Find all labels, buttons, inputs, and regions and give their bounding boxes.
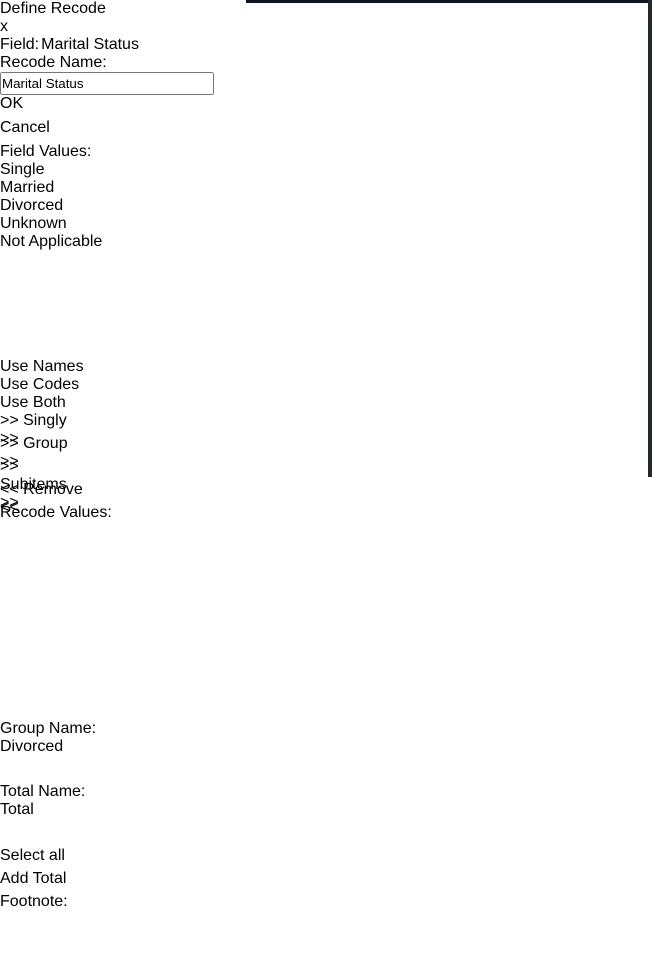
footnote-label: Footnote: <box>0 893 652 911</box>
define-recode-dialog: Define Recode x Field:Marital Status Rec… <box>0 0 652 954</box>
cancel-button[interactable]: Cancel <box>0 119 81 143</box>
screen: Define Recode x Field:Marital Status Rec… <box>0 0 652 477</box>
total-name-input[interactable]: Total <box>0 801 128 847</box>
background-window-edge-right <box>648 0 652 477</box>
add-total-button[interactable]: Add Total <box>0 870 72 893</box>
radio-use-names[interactable]: Use Names <box>0 358 652 376</box>
list-item[interactable]: Unknown <box>0 215 208 233</box>
dialog-body: Field:Marital Status Recode Name: OK Can… <box>0 36 652 954</box>
field-label: Field: <box>0 36 39 53</box>
recode-name-label: Recode Name: <box>0 54 652 72</box>
background-window-edge-top <box>246 0 652 3</box>
radio-use-both[interactable]: Use Both <box>0 394 652 412</box>
background-window-edge-bottom <box>0 473 652 477</box>
footnote-input[interactable] <box>0 911 529 954</box>
list-item[interactable]: Married <box>0 179 208 197</box>
field-value: Marital Status <box>41 36 139 53</box>
list-item[interactable]: Divorced <box>0 197 208 215</box>
field-values-label: Field Values: <box>0 143 652 161</box>
field-values-items: SingleMarriedDivorcedUnknownNot Applicab… <box>0 161 208 251</box>
radio-use-codes[interactable]: Use Codes <box>0 376 652 394</box>
recode-values-list[interactable] <box>0 522 211 720</box>
select-all-button[interactable]: Select all <box>0 847 72 870</box>
recode-values-label: Recode Values: <box>0 504 652 522</box>
list-item[interactable]: Single <box>0 161 208 179</box>
singly-button[interactable]: >> Singly >> <box>0 412 83 435</box>
radio-label: Use Names <box>0 358 84 375</box>
field-values-list[interactable]: SingleMarriedDivorcedUnknownNot Applicab… <box>0 161 208 358</box>
total-name-label: Total Name: <box>0 783 652 801</box>
recode-name-input[interactable] <box>0 72 214 95</box>
group-button[interactable]: >> Group >> <box>0 435 83 458</box>
close-button[interactable]: x <box>0 18 652 36</box>
field-caption: Field:Marital Status <box>0 36 652 54</box>
ok-button[interactable]: OK <box>0 95 81 119</box>
remove-button[interactable]: << Remove << <box>0 481 83 504</box>
group-name-label: Group Name: <box>0 720 652 738</box>
radio-label: Use Both <box>0 394 66 411</box>
subitems-button[interactable]: >> Subitems >> <box>0 458 83 481</box>
group-name-input[interactable]: Divorced <box>0 738 210 783</box>
radio-label: Use Codes <box>0 376 79 393</box>
list-item[interactable]: Not Applicable <box>0 233 208 251</box>
